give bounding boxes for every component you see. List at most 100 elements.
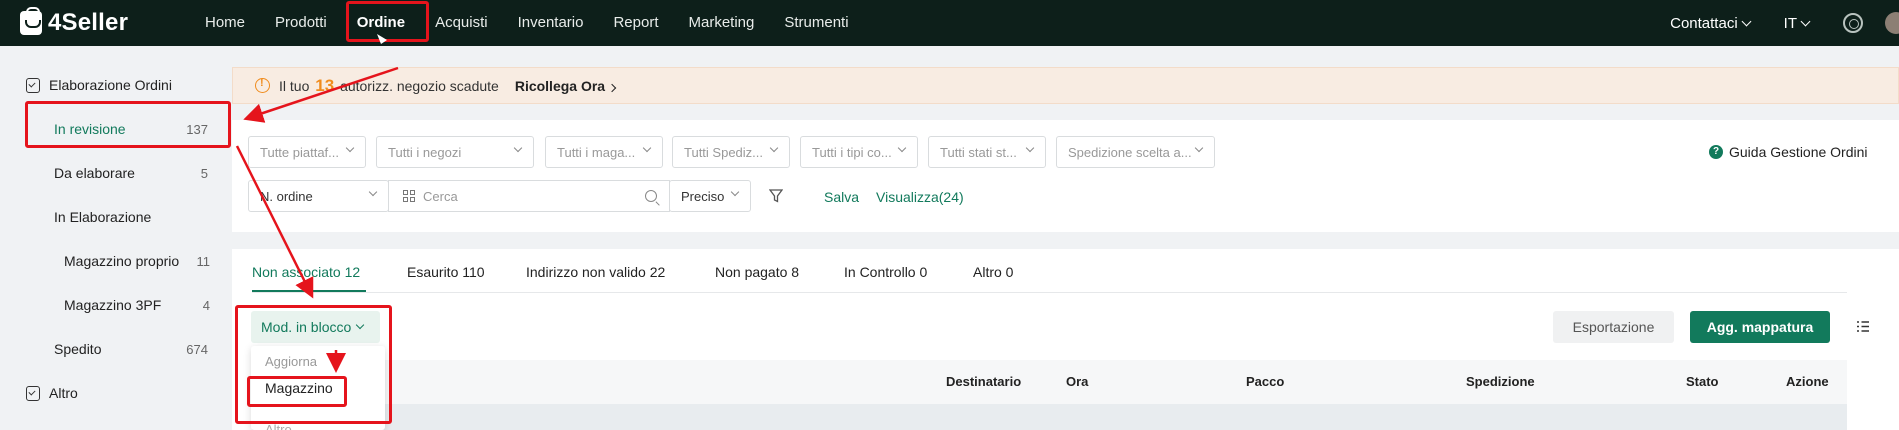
contact-dropdown[interactable]: Contattaci: [1670, 14, 1752, 32]
select-value: Tutti i tipi co...: [812, 144, 892, 160]
col-destinatario: Destinatario: [946, 374, 1022, 389]
tab-divider: [252, 292, 1847, 293]
table-row[interactable]: [252, 404, 1847, 430]
auth-expired-alert: Il tuo 13 autorizz. negozio scadute Rico…: [232, 67, 1899, 104]
annotation-box-ordine: [346, 1, 429, 42]
guide-label: Guida Gestione Ordini: [1729, 144, 1868, 160]
alert-prefix: Il tuo: [279, 77, 310, 94]
nav-home[interactable]: Home: [190, 0, 260, 46]
select-value: N. ordine: [260, 188, 313, 204]
app-logo[interactable]: 4Seller: [20, 7, 129, 37]
sidebar-group-label: Elaborazione Ordini: [49, 77, 172, 93]
filter-icon[interactable]: [769, 189, 783, 203]
search-icon[interactable]: [645, 190, 657, 202]
nav-report[interactable]: Report: [598, 0, 673, 46]
chevron-down-icon: [1741, 16, 1752, 26]
select-value: Tutti Spediz...: [684, 144, 763, 160]
grid-icon: [403, 190, 415, 202]
chevron-down-icon: [897, 143, 907, 153]
clipboard-icon: [26, 385, 40, 401]
shipping-select[interactable]: Tutti Spediz...: [672, 136, 790, 168]
sidebar-item-label: Magazzino 3PF: [64, 297, 162, 313]
reconnect-label: Ricollega Ora: [514, 77, 606, 94]
nav-strumenti[interactable]: Strumenti: [769, 0, 863, 46]
column-settings-icon[interactable]: [1856, 320, 1870, 333]
view-filters-button[interactable]: Visualizza(24): [876, 189, 964, 205]
chevron-down-icon: [513, 143, 523, 153]
active-tab-indicator: [252, 290, 366, 292]
app-name: 4Seller: [48, 9, 129, 36]
add-mapping-button[interactable]: Agg. mappatura: [1690, 311, 1830, 343]
tab-altro[interactable]: Altro 0: [973, 264, 1013, 280]
avatar[interactable]: [1885, 12, 1899, 34]
type-select[interactable]: Tutti i tipi co...: [800, 136, 918, 168]
tab-indirizzo-non-valido[interactable]: Indirizzo non valido 22: [526, 264, 665, 280]
bag-icon: [20, 7, 42, 35]
store-select[interactable]: Tutti i negozi: [376, 136, 534, 168]
select-value: Preciso: [681, 188, 725, 204]
sidebar-item-da-elaborare[interactable]: Da elaborare 5: [54, 163, 208, 183]
reconnect-link[interactable]: Ricollega Ora: [514, 77, 617, 94]
col-azione: Azione: [1786, 374, 1829, 389]
contact-label: Contattaci: [1670, 14, 1738, 32]
platform-select[interactable]: Tutte piattaf...: [248, 136, 366, 168]
select-value: Spedizione scelta a...: [1068, 144, 1192, 160]
chevron-right-icon: [607, 83, 617, 92]
select-value: Tutti i negozi: [388, 144, 462, 160]
top-nav-bar: 4Seller Home Prodotti Ordine Acquisti In…: [0, 0, 1899, 46]
language-dropdown[interactable]: IT: [1783, 14, 1811, 32]
chevron-down-icon: [368, 187, 378, 197]
export-button[interactable]: Esportazione: [1553, 311, 1674, 343]
nav-marketing[interactable]: Marketing: [674, 0, 770, 46]
select-value: Tutti stati st...: [940, 144, 1017, 160]
nav-acquisti[interactable]: Acquisti: [420, 0, 503, 46]
chevron-down-icon: [769, 143, 779, 153]
chevron-down-icon: [642, 143, 652, 153]
annotation-box-in-revisione: [25, 101, 231, 148]
chevron-down-icon: [1194, 143, 1204, 153]
question-icon: ?: [1709, 145, 1723, 159]
order-field-select[interactable]: N. ordine: [248, 180, 389, 212]
sidebar-item-label: Magazzino proprio: [64, 253, 180, 269]
sidebar-group-orders[interactable]: Elaborazione Ordini: [26, 75, 172, 95]
nav-right: Contattaci IT: [1670, 0, 1899, 46]
search-placeholder: Cerca: [423, 188, 458, 204]
col-spedizione: Spedizione: [1466, 374, 1535, 389]
tab-esaurito[interactable]: Esaurito 110: [407, 264, 485, 280]
selected-shipping-select[interactable]: Spedizione scelta a...: [1056, 136, 1215, 168]
warning-icon: [255, 77, 270, 93]
sidebar-group-altro[interactable]: Altro: [26, 383, 78, 403]
state-select[interactable]: Tutti stati st...: [928, 136, 1046, 168]
clipboard-icon: [26, 77, 40, 93]
main-nav: Home Prodotti Ordine Acquisti Inventario…: [190, 0, 864, 46]
nav-prodotti[interactable]: Prodotti: [260, 0, 342, 46]
col-pacco: Pacco: [1246, 374, 1285, 389]
sidebar-item-count: 11: [196, 253, 211, 269]
language-label: IT: [1783, 14, 1797, 32]
sidebar-item-magazzino-3pf[interactable]: Magazzino 3PF 4: [64, 295, 210, 315]
sidebar-item-count: 674: [186, 341, 208, 357]
tab-in-controllo[interactable]: In Controllo 0: [844, 264, 927, 280]
sidebar-item-label: Da elaborare: [54, 165, 135, 181]
nav-inventario[interactable]: Inventario: [503, 0, 599, 46]
sidebar-item-in-elaborazione[interactable]: In Elaborazione: [54, 207, 208, 227]
sidebar-item-magazzino-proprio[interactable]: Magazzino proprio 11: [64, 251, 210, 271]
match-mode-select[interactable]: Preciso: [669, 180, 751, 212]
search-input[interactable]: Cerca: [388, 180, 670, 212]
chevron-down-icon: [1025, 143, 1035, 153]
select-value: Tutte piattaf...: [260, 144, 340, 160]
tab-non-associato[interactable]: Non associato 12: [252, 264, 360, 280]
sidebar-item-label: In Elaborazione: [54, 209, 152, 225]
col-stato: Stato: [1686, 374, 1719, 389]
order-guide-link[interactable]: ? Guida Gestione Ordini: [1709, 144, 1868, 160]
gear-icon[interactable]: [1843, 13, 1863, 33]
warehouse-select[interactable]: Tutti i maga...: [545, 136, 663, 168]
sidebar-item-spedito[interactable]: Spedito 674: [54, 339, 208, 359]
tab-non-pagato[interactable]: Non pagato 8: [715, 264, 799, 280]
alert-text: Il tuo 13 autorizz. negozio scadute: [279, 76, 499, 96]
select-value: Tutti i maga...: [557, 144, 636, 160]
save-filter-button[interactable]: Salva: [824, 189, 859, 205]
chevron-down-icon: [345, 143, 355, 153]
chevron-down-icon: [1800, 16, 1811, 26]
col-ora: Ora: [1066, 374, 1089, 389]
